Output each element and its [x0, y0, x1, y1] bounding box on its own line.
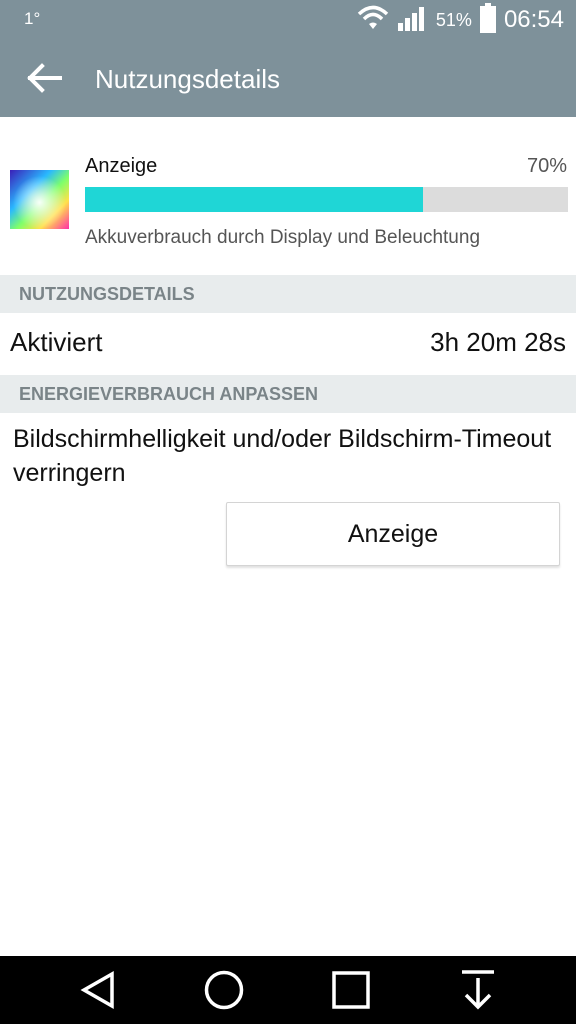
usage-progress-fill [85, 187, 424, 212]
recents-square-icon [332, 971, 370, 1009]
page-title: Nutzungsdetails [95, 64, 280, 94]
display-settings-button[interactable]: Anzeige [226, 502, 560, 566]
status-icons: 51% 06:54 [356, 2, 564, 38]
back-triangle-icon [80, 970, 114, 1010]
section-header-power: ENERGIEVERBRAUCH ANPASSEN [0, 375, 576, 413]
power-tip-text: Bildschirmhelligkeit und/oder Bildschirm… [13, 425, 552, 487]
nav-notifications-button[interactable] [452, 966, 504, 1014]
usage-item-description: Akkuverbrauch durch Display und Beleucht… [85, 227, 481, 248]
temperature-indicator: 1° [24, 9, 41, 28]
display-app-icon [10, 170, 69, 229]
app-bar: Nutzungsdetails [0, 40, 576, 117]
nav-home-button[interactable] [198, 966, 250, 1014]
nav-back-button[interactable] [72, 966, 124, 1014]
active-time-value: 3h 20m 28s [430, 327, 566, 357]
section-header-usage-label: NUTZUNGSDETAILS [19, 284, 195, 304]
usage-progress-bar [85, 187, 568, 212]
wifi-icon [356, 5, 390, 36]
clock: 06:54 [503, 6, 564, 33]
notifications-pull-icon [462, 970, 494, 1010]
active-time-label: Aktiviert [10, 327, 103, 357]
usage-item-display[interactable]: Anzeige 70% Akkuverbrauch durch Display … [0, 117, 576, 275]
usage-item-name: Anzeige [85, 155, 158, 177]
nav-recents-button[interactable] [325, 966, 377, 1014]
signal-icon [397, 5, 428, 36]
home-circle-icon [204, 970, 244, 1010]
section-header-usage: NUTZUNGSDETAILS [0, 275, 576, 313]
navigation-bar [0, 956, 576, 1024]
arrow-left-icon [27, 63, 62, 93]
section-header-power-label: ENERGIEVERBRAUCH ANPASSEN [19, 384, 319, 404]
status-bar: 1° 51% 06:54 [0, 0, 576, 40]
battery-icon [479, 2, 496, 38]
usage-item-percent: 70% [526, 155, 567, 177]
back-button[interactable] [20, 54, 68, 102]
battery-percent: 51% [435, 9, 472, 30]
